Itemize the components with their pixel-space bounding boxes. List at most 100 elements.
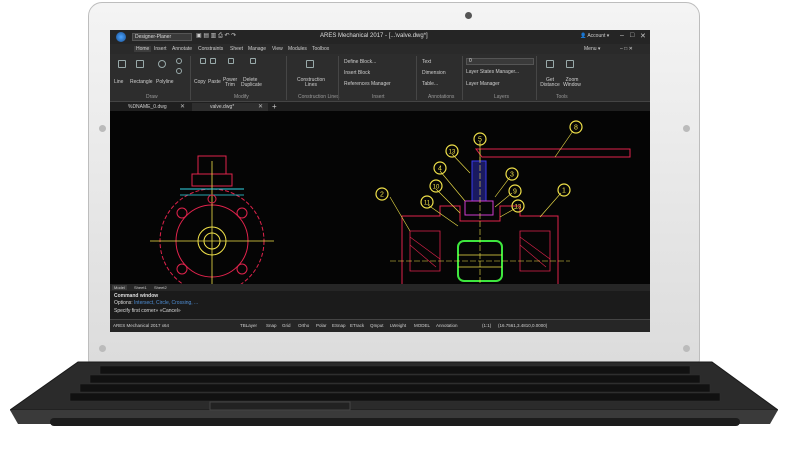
text-button[interactable]: Text: [422, 60, 431, 65]
get-distance-button[interactable]: Get Distance: [540, 78, 560, 88]
status-version: ARES Mechanical 2017 x64: [113, 323, 170, 328]
tab-sheet2[interactable]: Sheet2: [154, 285, 167, 290]
close-tab-icon[interactable]: ✕: [258, 103, 263, 111]
duplicate-button[interactable]: Duplicate: [241, 83, 262, 88]
toggle-esnap[interactable]: ESnap: [332, 323, 346, 328]
references-manager-button[interactable]: References Manager: [344, 82, 391, 87]
rectangle-button[interactable]: Rectangle: [130, 80, 153, 85]
balloon-1[interactable]: 1: [557, 183, 571, 197]
command-options-line: Options: Intersect, Circle, Crossing, ..…: [114, 300, 198, 306]
close-button[interactable]: ✕: [640, 32, 646, 40]
drawing-canvas[interactable]: 8 5 13 4 3 10 9 11 13 2 1: [110, 111, 650, 294]
account-label: Account: [587, 33, 606, 39]
screen: Designer-Planer ▣ ▤ ▥ ⎙ ↶ ↷ ARES Mechani…: [110, 30, 650, 332]
minimize-button[interactable]: –: [620, 32, 624, 39]
flange-front-view: [150, 155, 274, 294]
menu-dropdown[interactable]: Menu ▾: [584, 46, 600, 52]
app-logo-icon[interactable]: [116, 32, 126, 42]
webcam: [465, 12, 472, 19]
paste-button[interactable]: Paste: [208, 80, 221, 85]
tab-sheet1[interactable]: Sheet1: [134, 285, 147, 290]
toggle-snap[interactable]: Snap: [266, 323, 277, 328]
group-separator: [190, 56, 191, 100]
account-button[interactable]: 👤 Account ▾: [580, 33, 609, 39]
toggle-lweight[interactable]: LWeight: [390, 323, 406, 328]
balloon-8[interactable]: 8: [569, 120, 583, 134]
balloon-3[interactable]: 3: [505, 167, 519, 181]
maximize-button[interactable]: □: [630, 32, 634, 39]
mirror-icon: [228, 58, 234, 64]
command-window[interactable]: Command window Options: Intersect, Circl…: [110, 291, 650, 319]
toggle-ortho[interactable]: Ortho: [298, 323, 309, 328]
power-trim-button[interactable]: Power Trim: [223, 78, 237, 88]
balloon-2[interactable]: 2: [375, 187, 389, 201]
balloon-label: 10: [433, 185, 440, 191]
group-label-tools: Tools: [556, 94, 568, 100]
menu-window-controls[interactable]: – □ ✕: [620, 46, 633, 52]
balloon-13-top[interactable]: 13: [445, 144, 459, 158]
layer-states-manager-button[interactable]: Layer States Manager...: [466, 70, 519, 75]
balloon-9[interactable]: 9: [508, 184, 522, 198]
group-label-draw: Draw: [146, 94, 158, 100]
move-icon: [200, 58, 206, 64]
group-label-layers: Layers: [494, 94, 510, 100]
options-label: Options:: [114, 300, 133, 306]
menu-home[interactable]: Home: [134, 46, 152, 52]
workspace-select[interactable]: Designer-Planer: [132, 33, 192, 41]
menu-view[interactable]: View: [272, 46, 283, 52]
rectangle-icon: [136, 60, 144, 68]
layer-manager-button[interactable]: Layer Manager: [466, 82, 500, 87]
doc-tab-label: %DNAME_0.dwg: [128, 104, 167, 110]
distance-icon: [546, 60, 554, 68]
balloon-13-bottom[interactable]: 13: [511, 199, 525, 213]
doc-tab-active[interactable]: valve.dwg* ✕: [192, 103, 268, 111]
toggle-tblayer[interactable]: TBLayer: [240, 323, 257, 328]
group-label-annotations: Annotations: [428, 94, 455, 100]
menu-insert[interactable]: Insert: [154, 46, 167, 52]
menu-toolbox[interactable]: Toolbox: [312, 46, 329, 52]
menu-annotate[interactable]: Annotate: [172, 46, 192, 52]
tab-model[interactable]: Model: [112, 285, 127, 290]
toggle-grid[interactable]: Grid: [282, 323, 291, 328]
close-tab-icon[interactable]: ✕: [180, 103, 185, 111]
zoom-window-button[interactable]: Zoom Window: [562, 78, 582, 88]
menu-sheet[interactable]: Sheet: [230, 46, 243, 52]
polyline-button[interactable]: Polyline: [156, 80, 174, 85]
menu-manage[interactable]: Manage: [248, 46, 266, 52]
doc-tab[interactable]: %DNAME_0.dwg ✕: [110, 103, 190, 111]
balloon-5[interactable]: 5: [473, 132, 487, 146]
annotation-scale-dropdown[interactable]: Annotation: [436, 323, 458, 328]
toggle-qinput[interactable]: QInput: [370, 323, 384, 328]
window-title: ARES Mechanical 2017 - [...\valve.dwg*]: [320, 33, 428, 39]
toggle-polar[interactable]: Polar: [316, 323, 327, 328]
menu-constraints[interactable]: Constraints: [198, 46, 223, 52]
status-bar: ARES Mechanical 2017 x64 TBLayer Snap Gr…: [110, 319, 650, 332]
group-label-insert: Insert: [372, 94, 385, 100]
balloon-label: 11: [424, 201, 431, 207]
line-button[interactable]: Line: [114, 80, 123, 85]
quick-access-toolbar[interactable]: ▣ ▤ ▥ ⎙ ↶ ↷: [196, 32, 236, 40]
balloon-label: 1: [562, 188, 566, 195]
balloon-4[interactable]: 4: [433, 161, 447, 175]
balloon-10[interactable]: 10: [429, 179, 443, 193]
toggle-etrack[interactable]: ETrack: [350, 323, 364, 328]
command-prompt[interactable]: Specify first corner» «Cancel»: [114, 308, 181, 314]
insert-block-button[interactable]: Insert Block: [344, 71, 370, 76]
new-tab-icon[interactable]: +: [272, 102, 277, 111]
scale-readout[interactable]: (1:1): [482, 323, 491, 328]
balloon-11[interactable]: 11: [420, 195, 434, 209]
toggle-model[interactable]: MODEL: [414, 323, 430, 328]
options-list[interactable]: Intersect, Circle, Crossing, ...: [134, 300, 198, 306]
define-block-button[interactable]: Define Block...: [344, 60, 376, 65]
layer-dropdown[interactable]: 0: [466, 58, 534, 65]
group-separator: [536, 56, 537, 100]
balloon-label: 8: [574, 125, 578, 132]
dimension-button[interactable]: Dimension: [422, 71, 446, 76]
balloon-label: 5: [478, 137, 482, 144]
menu-modules[interactable]: Modules: [288, 46, 307, 52]
table-button[interactable]: Table...: [422, 82, 438, 87]
line-icon: [118, 60, 126, 68]
copy-button[interactable]: Copy: [194, 80, 206, 85]
cad-drawing: 8 5 13 4 3 10 9 11 13 2 1: [150, 120, 631, 294]
construction-lines-button[interactable]: Construction Lines: [296, 78, 326, 88]
